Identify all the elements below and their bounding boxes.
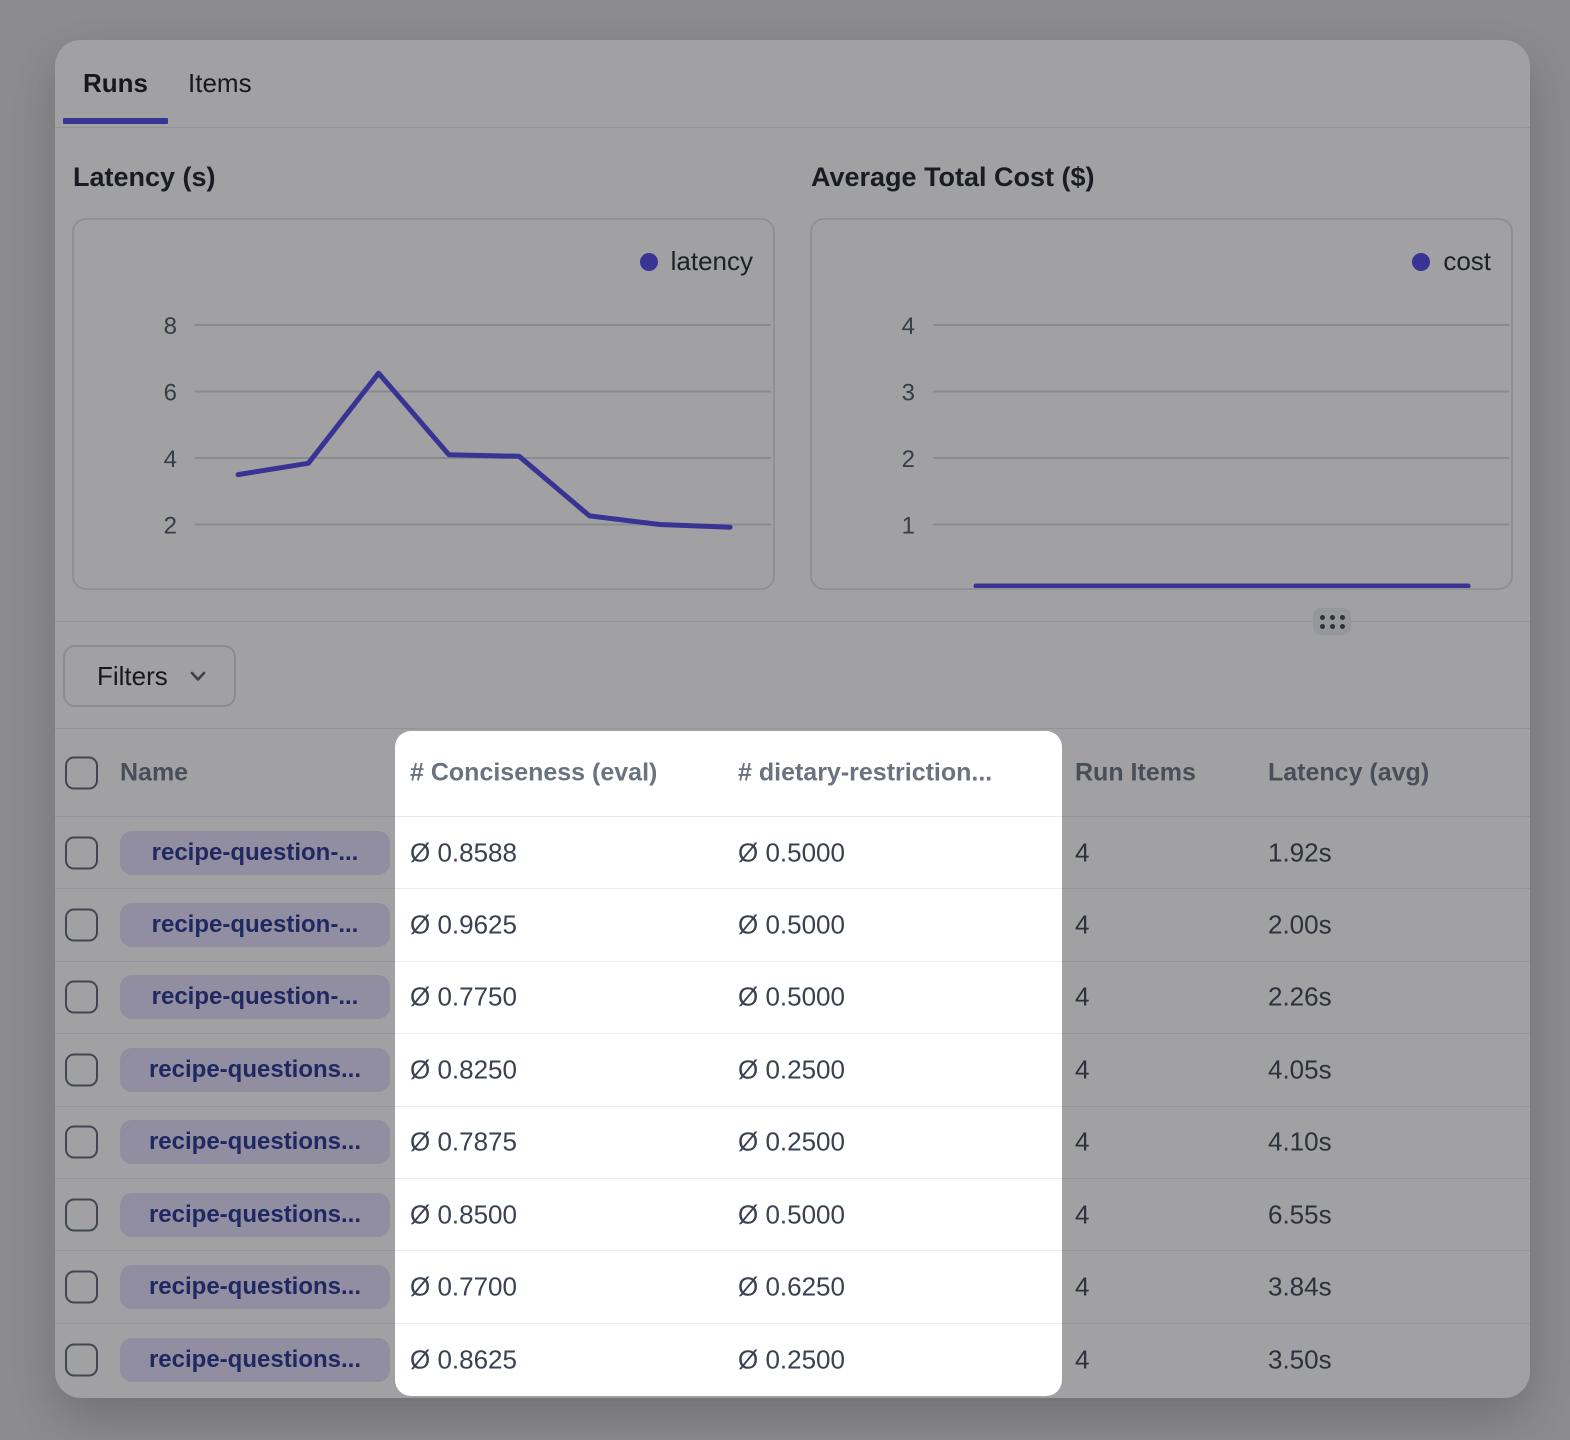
conciseness-score: Ø 0.9625	[410, 910, 517, 941]
tab-items[interactable]: Items	[168, 40, 272, 127]
run-name-badge[interactable]: recipe-questions...	[120, 1338, 390, 1382]
tab-runs-label: Runs	[83, 68, 148, 99]
page-background: Runs Items Latency (s) Average Total Cos…	[0, 0, 1570, 1440]
row-checkbox[interactable]	[65, 1053, 98, 1086]
runs-table: Name # Conciseness (eval) # dietary-rest…	[55, 728, 1530, 1398]
run-name-badge[interactable]: recipe-questions...	[120, 1120, 390, 1164]
conciseness-score: Ø 0.7700	[410, 1272, 517, 1303]
table-row: recipe-questions... Ø 0.7875 Ø 0.2500 4 …	[55, 1107, 1530, 1179]
svg-text:1: 1	[902, 513, 915, 540]
tab-bar: Runs Items	[55, 40, 1530, 128]
row-checkbox[interactable]	[65, 1126, 98, 1159]
row-checkbox[interactable]	[65, 909, 98, 942]
column-header-name: Name	[120, 758, 188, 787]
cost-chart: 4 3 2 1 cost	[810, 218, 1513, 590]
tab-items-label: Items	[188, 68, 252, 99]
latency-avg-value: 6.55s	[1268, 1199, 1332, 1230]
latency-chart-title: Latency (s)	[73, 162, 216, 193]
table-row: recipe-questions... Ø 0.7700 Ø 0.6250 4 …	[55, 1251, 1530, 1323]
table-row: recipe-questions... Ø 0.8625 Ø 0.2500 4 …	[55, 1324, 1530, 1396]
run-items-count: 4	[1075, 837, 1089, 868]
row-checkbox[interactable]	[65, 981, 98, 1014]
svg-text:6: 6	[164, 380, 177, 407]
conciseness-score: Ø 0.8588	[410, 837, 517, 868]
dietary-restriction-score: Ø 0.5000	[738, 982, 845, 1013]
conciseness-score: Ø 0.7750	[410, 982, 517, 1013]
table-row: recipe-questions... Ø 0.8250 Ø 0.2500 4 …	[55, 1034, 1530, 1106]
cost-legend[interactable]: cost	[1412, 246, 1491, 277]
run-items-count: 4	[1075, 1272, 1089, 1303]
filters-button-label: Filters	[97, 661, 168, 692]
svg-text:4: 4	[902, 313, 915, 340]
dietary-restriction-score: Ø 0.5000	[738, 910, 845, 941]
column-header-run-items: Run Items	[1075, 758, 1196, 787]
run-items-count: 4	[1075, 910, 1089, 941]
active-tab-indicator	[63, 118, 168, 124]
experiments-panel: Runs Items Latency (s) Average Total Cos…	[55, 40, 1530, 1398]
run-items-count: 4	[1075, 1344, 1089, 1375]
dietary-restriction-score: Ø 0.2500	[738, 1344, 845, 1375]
tab-runs[interactable]: Runs	[63, 40, 168, 127]
table-row: recipe-questions... Ø 0.8500 Ø 0.5000 4 …	[55, 1179, 1530, 1251]
run-name-badge[interactable]: recipe-question-...	[120, 831, 390, 875]
cost-chart-title: Average Total Cost ($)	[811, 162, 1095, 193]
latency-legend-label: latency	[671, 246, 753, 277]
latency-legend-dot-icon	[640, 253, 658, 271]
svg-text:3: 3	[902, 380, 915, 407]
run-items-count: 4	[1075, 1127, 1089, 1158]
chevron-down-icon	[186, 664, 210, 688]
conciseness-score: Ø 0.8625	[410, 1344, 517, 1375]
run-name-badge[interactable]: recipe-questions...	[120, 1048, 390, 1092]
resize-drag-handle-icon[interactable]	[1313, 608, 1351, 635]
svg-text:8: 8	[164, 313, 177, 340]
run-items-count: 4	[1075, 982, 1089, 1013]
dietary-restriction-score: Ø 0.2500	[738, 1054, 845, 1085]
latency-avg-value: 3.50s	[1268, 1344, 1332, 1375]
conciseness-score: Ø 0.8250	[410, 1054, 517, 1085]
latency-avg-value: 3.84s	[1268, 1272, 1332, 1303]
run-name-badge[interactable]: recipe-questions...	[120, 1193, 390, 1237]
column-header-conciseness: # Conciseness (eval)	[410, 758, 657, 787]
latency-avg-value: 4.05s	[1268, 1054, 1332, 1085]
conciseness-score: Ø 0.7875	[410, 1127, 517, 1158]
row-checkbox[interactable]	[65, 1271, 98, 1304]
latency-avg-value: 1.92s	[1268, 837, 1332, 868]
dietary-restriction-score: Ø 0.2500	[738, 1127, 845, 1158]
table-row: recipe-question-... Ø 0.9625 Ø 0.5000 4 …	[55, 889, 1530, 961]
row-checkbox[interactable]	[65, 1198, 98, 1231]
run-items-count: 4	[1075, 1199, 1089, 1230]
conciseness-score: Ø 0.8500	[410, 1199, 517, 1230]
table-header-row: Name # Conciseness (eval) # dietary-rest…	[55, 729, 1530, 817]
svg-text:2: 2	[902, 446, 915, 473]
svg-text:4: 4	[164, 446, 177, 473]
table-row: recipe-question-... Ø 0.7750 Ø 0.5000 4 …	[55, 962, 1530, 1034]
latency-chart: 8 6 4 2 latency	[72, 218, 775, 590]
svg-text:2: 2	[164, 513, 177, 540]
table-row: recipe-question-... Ø 0.8588 Ø 0.5000 4 …	[55, 817, 1530, 889]
column-header-latency-avg: Latency (avg)	[1268, 758, 1429, 787]
row-checkbox[interactable]	[65, 1343, 98, 1376]
run-items-count: 4	[1075, 1054, 1089, 1085]
cost-legend-dot-icon	[1412, 253, 1430, 271]
latency-avg-value: 4.10s	[1268, 1127, 1332, 1158]
run-name-badge[interactable]: recipe-questions...	[120, 1265, 390, 1309]
dietary-restriction-score: Ø 0.6250	[738, 1272, 845, 1303]
row-checkbox[interactable]	[65, 836, 98, 869]
filters-button[interactable]: Filters	[63, 645, 236, 707]
column-header-dietary-restriction: # dietary-restriction...	[738, 758, 992, 787]
dietary-restriction-score: Ø 0.5000	[738, 837, 845, 868]
latency-avg-value: 2.26s	[1268, 982, 1332, 1013]
latency-avg-value: 2.00s	[1268, 910, 1332, 941]
run-name-badge[interactable]: recipe-question-...	[120, 975, 390, 1019]
cost-legend-label: cost	[1443, 246, 1491, 277]
dietary-restriction-score: Ø 0.5000	[738, 1199, 845, 1230]
run-name-badge[interactable]: recipe-question-...	[120, 903, 390, 947]
cost-line-chart: 4 3 2 1	[812, 220, 1511, 588]
latency-legend[interactable]: latency	[640, 246, 753, 277]
select-all-checkbox[interactable]	[65, 756, 98, 789]
section-divider	[55, 621, 1530, 622]
